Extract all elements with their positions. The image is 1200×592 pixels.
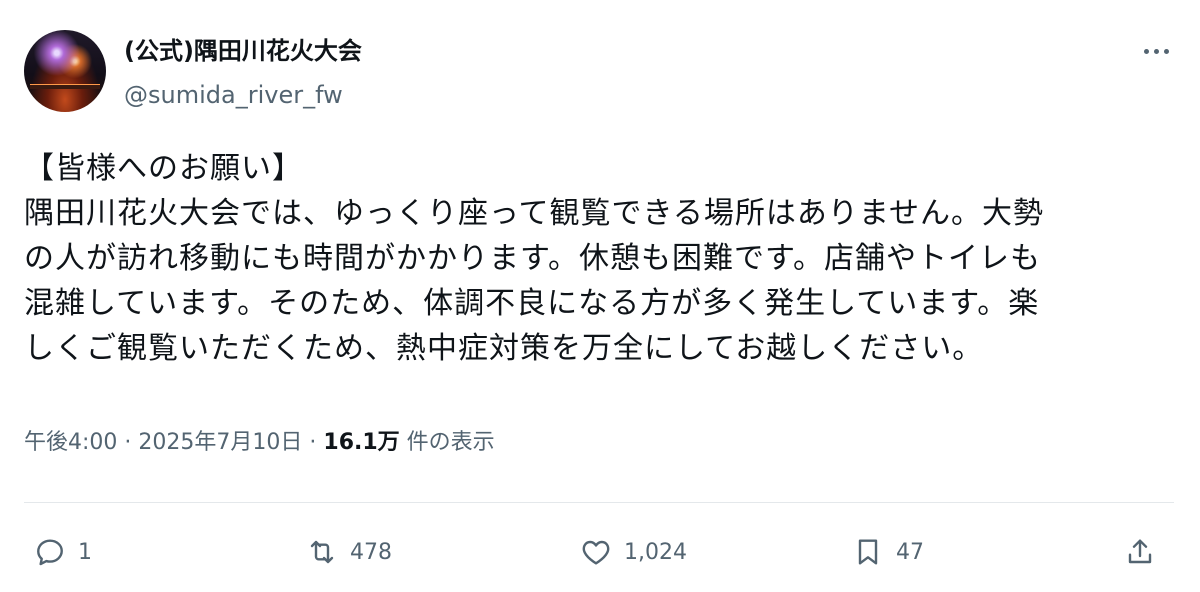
post-date[interactable]: 2025年7月10日 bbox=[138, 430, 302, 455]
meta-separator: · bbox=[309, 430, 317, 455]
reply-button[interactable]: 1 bbox=[34, 526, 92, 578]
display-name[interactable]: (公式)隅田川花火大会 bbox=[124, 36, 362, 66]
repost-count: 478 bbox=[350, 539, 392, 565]
more-dot-icon bbox=[1153, 48, 1159, 54]
bookmark-icon bbox=[858, 539, 878, 565]
heart-icon bbox=[582, 540, 610, 565]
post-meta: 午後4:00 · 2025年7月10日 · 16.1万 件の表示 bbox=[24, 428, 495, 458]
post-line: 【皆様へのお願い】 bbox=[24, 151, 303, 186]
like-count: 1,024 bbox=[624, 539, 687, 565]
meta-separator: · bbox=[124, 430, 132, 455]
post-time[interactable]: 午後4:00 bbox=[24, 430, 117, 455]
views-label: 件の表示 bbox=[406, 430, 495, 455]
post-line: の人が訪れ移動にも時間がかかります。休憩も困難です。店舗やトイレも bbox=[24, 241, 1041, 276]
repost-button[interactable]: 478 bbox=[306, 526, 392, 578]
more-options-button[interactable] bbox=[1138, 36, 1174, 66]
reply-count: 1 bbox=[78, 539, 92, 565]
more-dot-icon bbox=[1163, 48, 1169, 54]
views-count[interactable]: 16.1万 bbox=[323, 430, 399, 455]
bookmark-button[interactable]: 47 bbox=[852, 526, 924, 578]
share-icon bbox=[1128, 539, 1152, 564]
more-dot-icon bbox=[1143, 48, 1149, 54]
repost-icon bbox=[310, 540, 334, 564]
avatar[interactable] bbox=[24, 30, 106, 112]
like-button[interactable]: 1,024 bbox=[580, 526, 687, 578]
post-body: 【皆様へのお願い】 隅田川花火大会では、ゆっくり座って観覧できる場所はありません… bbox=[24, 146, 1174, 371]
post-line: しくご観覧いただくため、熱中症対策を万全にしてお越しください。 bbox=[24, 331, 984, 366]
action-bar: 1 478 1,024 47 bbox=[0, 526, 1200, 578]
bookmark-count: 47 bbox=[896, 539, 924, 565]
avatar-bridge-graphic bbox=[30, 84, 100, 89]
reply-icon bbox=[37, 539, 63, 566]
share-button[interactable] bbox=[1124, 526, 1156, 578]
post-line: 隅田川花火大会では、ゆっくり座って観覧できる場所はありません。大勢 bbox=[24, 196, 1044, 231]
divider bbox=[24, 502, 1174, 503]
post-line: 混雑しています。そのため、体調不良になる方が多く発生しています。楽 bbox=[24, 286, 1040, 321]
user-handle[interactable]: @sumida_river_fw bbox=[124, 80, 343, 110]
